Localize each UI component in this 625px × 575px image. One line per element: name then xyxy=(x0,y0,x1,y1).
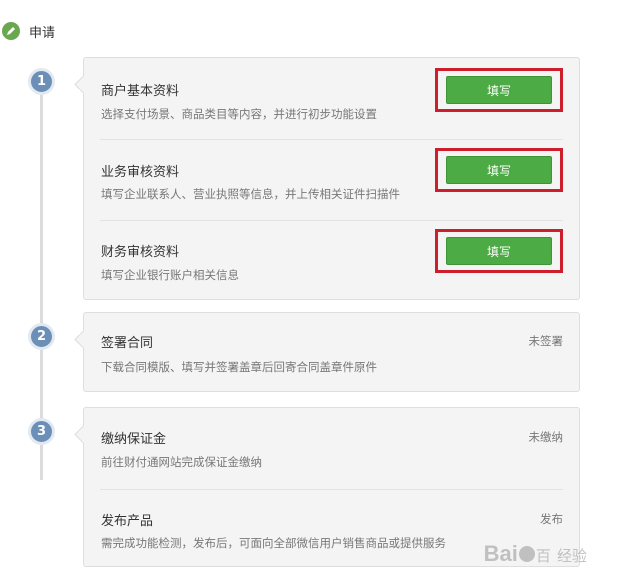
list-item: 缴纳保证金 前往财付通网站完成保证金缴纳 未缴纳 xyxy=(100,408,563,489)
step-2-card: 签署合同 下载合同模版、填写并签署盖章后回寄合同盖章件原件 未签署 xyxy=(83,312,580,392)
status-badge: 未签署 xyxy=(528,334,564,348)
step-number-1: 1 xyxy=(28,68,55,95)
highlight-frame: 填写 xyxy=(435,229,563,273)
fill-button-business-review[interactable]: 填写 xyxy=(446,156,552,184)
status-badge: 未缴纳 xyxy=(528,430,564,444)
list-item: 业务审核资料 填写企业联系人、营业执照等信息，并上传相关证件扫描件 填写 xyxy=(100,139,563,220)
step-1-card: 商户基本资料 选择支付场景、商品类目等内容，并进行初步功能设置 填写 业务审核资… xyxy=(83,57,580,300)
paw-icon xyxy=(518,546,535,562)
step-number-2: 2 xyxy=(28,323,55,350)
watermark-brand-2: 百 xyxy=(535,548,551,565)
item-title: 缴纳保证金 xyxy=(101,432,167,447)
item-title: 业务审核资料 xyxy=(101,165,180,180)
pencil-icon xyxy=(2,22,20,40)
item-description: 前往财付通网站完成保证金缴纳 xyxy=(101,455,262,469)
watermark-logo: Bai 百 经验 xyxy=(484,541,587,567)
section-header: 申请 xyxy=(0,18,55,44)
fill-button-finance-review[interactable]: 填写 xyxy=(446,237,552,265)
list-item: 财务审核资料 填写企业银行账户相关信息 填写 xyxy=(100,220,563,299)
section-title: 申请 xyxy=(29,25,56,41)
item-description: 填写企业银行账户相关信息 xyxy=(101,268,239,282)
item-title: 商户基本资料 xyxy=(101,84,180,99)
item-description: 填写企业联系人、营业执照等信息，并上传相关证件扫描件 xyxy=(101,187,400,201)
item-description: 需完成功能检测，发布后，可面向全部微信用户销售商品或提供服务 xyxy=(101,536,446,550)
item-title: 发布产品 xyxy=(101,514,154,529)
item-description: 下载合同模版、填写并签署盖章后回寄合同盖章件原件 xyxy=(101,360,377,374)
status-badge: 发布 xyxy=(540,512,563,526)
item-title: 签署合同 xyxy=(101,336,154,351)
step-number-3: 3 xyxy=(28,418,55,445)
item-description: 选择支付场景、商品类目等内容，并进行初步功能设置 xyxy=(101,107,377,121)
highlight-frame: 填写 xyxy=(435,148,563,192)
highlight-frame: 填写 xyxy=(435,68,563,112)
watermark-brand: Bai xyxy=(483,541,518,566)
watermark-brand-3: 经验 xyxy=(556,548,587,565)
item-title: 财务审核资料 xyxy=(101,245,180,260)
list-item: 签署合同 下载合同模版、填写并签署盖章后回寄合同盖章件原件 未签署 xyxy=(100,313,563,391)
page: 申请 1 2 3 商户基本资料 选择支付场景、商品类目等内容，并进行初步功能设置… xyxy=(0,0,625,575)
list-item: 商户基本资料 选择支付场景、商品类目等内容，并进行初步功能设置 填写 xyxy=(100,58,563,139)
fill-button-merchant-info[interactable]: 填写 xyxy=(446,76,552,104)
